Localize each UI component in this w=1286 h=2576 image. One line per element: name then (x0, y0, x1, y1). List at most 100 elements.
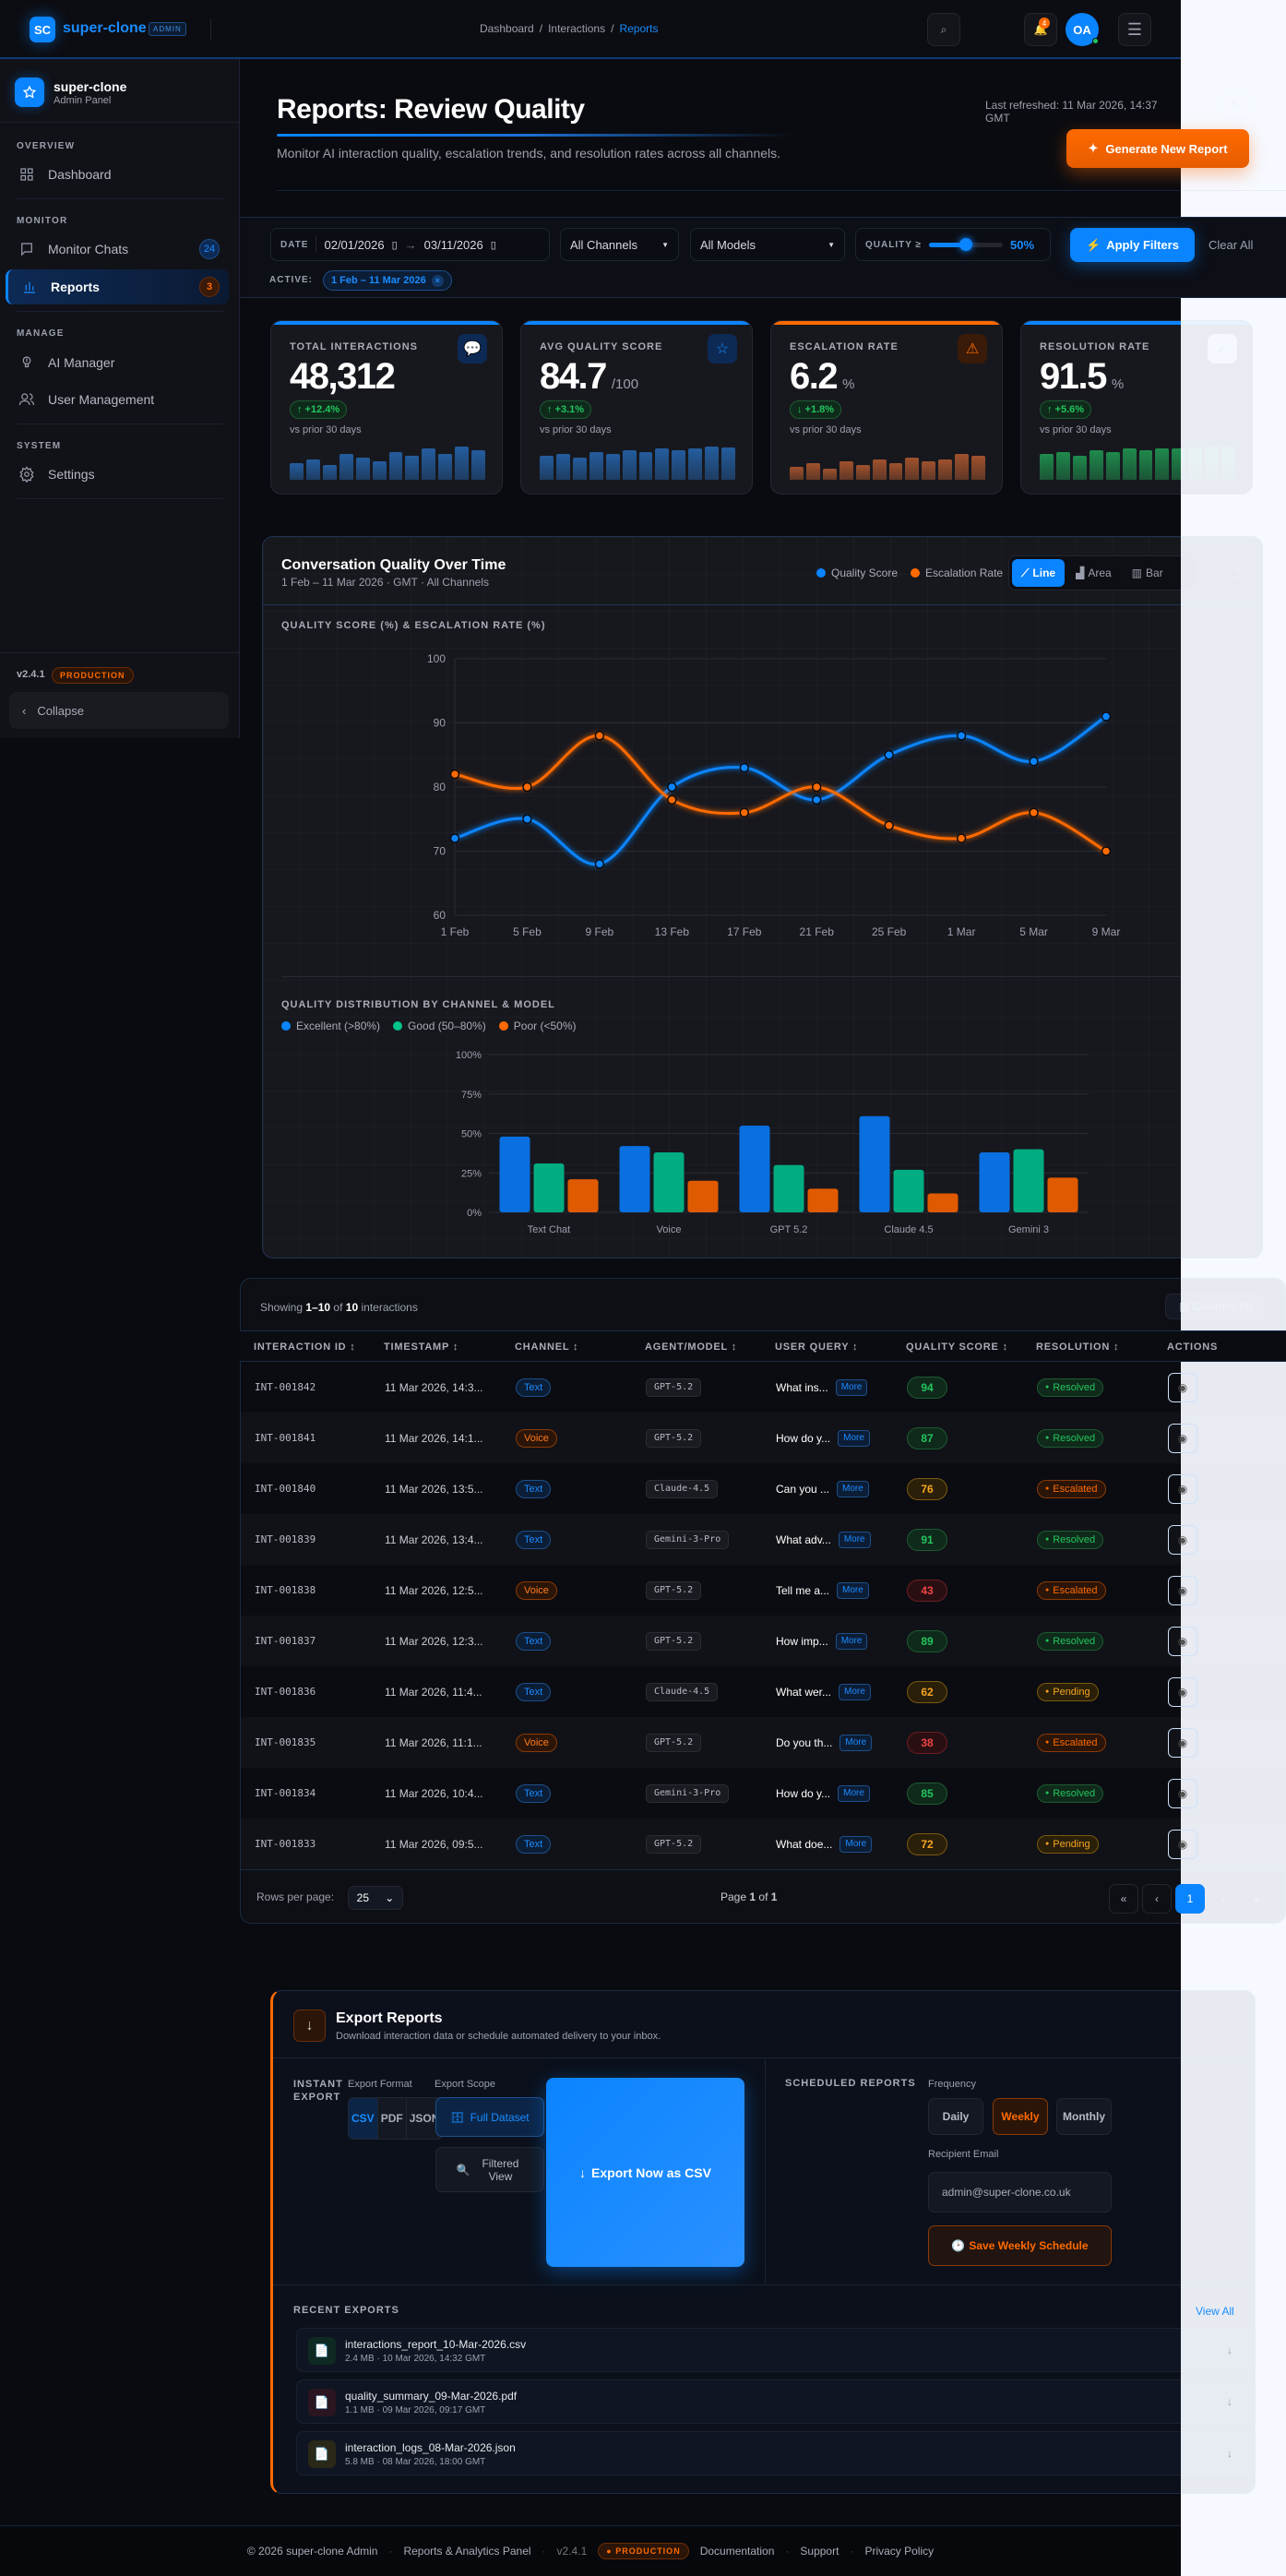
table-row[interactable]: INT-001842 11 Mar 2026, 14:3... Text GPT-5.… (241, 1362, 1286, 1413)
sidebar-item-reports[interactable]: Reports 3 (6, 269, 229, 304)
model-select[interactable]: All Models ▼ (690, 228, 845, 261)
toggle-area[interactable]: ▟ Area (1066, 559, 1121, 587)
footer-link-documentation[interactable]: Documentation (700, 2545, 775, 2558)
first-page-button[interactable]: « (1109, 1884, 1138, 1914)
table-row[interactable]: INT-001836 11 Mar 2026, 11:4... Text Claude… (241, 1666, 1286, 1717)
menu-button[interactable]: ☰ (1118, 13, 1151, 46)
footer-link-privacy[interactable]: Privacy Policy (864, 2545, 934, 2558)
brand-name[interactable]: super-clone (63, 20, 147, 37)
remove-chip-icon[interactable]: × (431, 274, 444, 287)
filter-bar: DATE 02/01/2026 ▯ → 03/11/2026 ▯ All Chann… (240, 217, 1286, 298)
view-button[interactable]: ◉ (1168, 1829, 1197, 1859)
column-header[interactable]: RESOLUTION ↕ (1036, 1342, 1119, 1353)
date-to-input[interactable]: 03/11/2026 (424, 238, 483, 252)
table-row[interactable]: INT-001837 11 Mar 2026, 12:3... Text GPT-5.… (241, 1616, 1286, 1666)
recent-export-item[interactable]: 📄 interaction_logs_08-Mar-2026.json 5.8 MB… (296, 2431, 1256, 2475)
expand-button[interactable]: ⛶ (1222, 561, 1246, 585)
breadcrumb-interactions[interactable]: Interactions (548, 22, 605, 35)
download-icon[interactable]: ↓ (1227, 2447, 1232, 2460)
sidebar-item-user-management[interactable]: User Management (6, 382, 229, 417)
next-page-button[interactable]: › (1209, 1884, 1238, 1914)
table-row[interactable]: INT-001833 11 Mar 2026, 09:5... Text GPT-5.… (241, 1819, 1286, 1869)
view-button[interactable]: ◉ (1168, 1473, 1197, 1504)
recent-export-item[interactable]: 📄 quality_summary_09-Mar-2026.pdf 1.1 MB ·… (296, 2379, 1256, 2424)
footer-link-support[interactable]: Support (800, 2545, 839, 2558)
table-row[interactable]: INT-001839 11 Mar 2026, 13:4... Text Gemini… (241, 1514, 1286, 1565)
more-button[interactable]: More (839, 1734, 873, 1751)
table-row[interactable]: INT-001834 11 Mar 2026, 10:4... Text Gemini… (241, 1768, 1286, 1819)
slider-handle[interactable] (959, 237, 972, 251)
date-from-input[interactable]: 02/01/2026 (324, 238, 384, 252)
recipient-email-input[interactable]: admin@super-clone.co.uk (928, 2172, 1112, 2212)
more-button[interactable]: More (835, 1632, 868, 1650)
resolution-badge: ● Resolved (1037, 1768, 1104, 1819)
sidebar-item-ai-manager[interactable]: AI Manager (6, 345, 229, 380)
frequency-weekly[interactable]: Weekly (993, 2098, 1048, 2135)
clear-all-button[interactable]: Clear All (1209, 238, 1253, 252)
toggle-line[interactable]: ⟋ Line (1012, 559, 1066, 587)
collapse-button[interactable]: ‹ Collapse (9, 692, 229, 729)
column-header[interactable]: USER QUERY ↕ (775, 1342, 858, 1353)
sidebar-item-dashboard[interactable]: Dashboard (6, 157, 229, 192)
format-selector: CSV PDF JSON (348, 2097, 444, 2140)
save-schedule-button[interactable]: 🕑 Save Weekly Schedule (928, 2225, 1112, 2266)
scope-filtered-view[interactable]: 🔍 Filtered View (435, 2147, 544, 2192)
table-row[interactable]: INT-001841 11 Mar 2026, 14:1... Voice GPT-5… (241, 1413, 1286, 1463)
channel-select[interactable]: All Channels ▼ (560, 228, 679, 261)
columns-button[interactable]: ▥ Columns (8) (1165, 1294, 1267, 1319)
view-button[interactable]: ◉ (1168, 1626, 1197, 1656)
frequency-monthly[interactable]: Monthly (1056, 2098, 1112, 2135)
generate-report-button[interactable]: ✦ Generate New Report (1066, 129, 1249, 168)
more-button[interactable]: More (838, 1531, 871, 1548)
view-button[interactable]: ◉ (1168, 1676, 1197, 1707)
table-row[interactable]: INT-001838 11 Mar 2026, 12:5... Voice GPT-5… (241, 1565, 1286, 1616)
more-button[interactable]: More (839, 1835, 873, 1853)
apply-filters-button[interactable]: ⚡ Apply Filters (1070, 228, 1195, 262)
table-row[interactable]: INT-001840 11 Mar 2026, 13:5... Text Claude… (241, 1463, 1286, 1514)
view-button[interactable]: ◉ (1168, 1575, 1197, 1605)
more-button[interactable]: More (838, 1429, 870, 1447)
bar (653, 1152, 685, 1212)
logo[interactable]: SC (30, 17, 55, 42)
view-all-link[interactable]: View All (1196, 2305, 1234, 2318)
column-header[interactable]: CHANNEL ↕ (515, 1342, 578, 1353)
format-csv[interactable]: CSV (349, 2098, 378, 2139)
page-1-button[interactable]: 1 (1175, 1884, 1205, 1914)
frequency-daily[interactable]: Daily (928, 2098, 983, 2135)
avatar[interactable]: OA (1066, 13, 1099, 46)
more-button[interactable]: More (837, 1480, 869, 1497)
breadcrumb-dashboard[interactable]: Dashboard (480, 22, 534, 35)
column-header[interactable]: AGENT/MODEL ↕ (645, 1342, 737, 1353)
download-icon[interactable]: ↓ (1227, 2395, 1232, 2408)
format-pdf[interactable]: PDF (378, 2098, 407, 2139)
download-icon[interactable]: ↓ (1227, 2343, 1232, 2356)
refresh-button[interactable]: ↻ (1221, 92, 1249, 120)
view-button[interactable]: ◉ (1168, 1372, 1197, 1402)
toggle-bar[interactable]: ▥ Bar (1123, 559, 1173, 587)
calendar-icon[interactable]: ▯ (491, 239, 496, 251)
column-header[interactable]: QUALITY SCORE ↕ (906, 1342, 1008, 1353)
column-header[interactable]: TIMESTAMP ↕ (384, 1342, 458, 1353)
recent-export-item[interactable]: 📄 interactions_report_10-Mar-2026.csv 2.4 … (296, 2328, 1256, 2372)
more-button[interactable]: More (835, 1378, 868, 1396)
prev-page-button[interactable]: ‹ (1142, 1884, 1172, 1914)
table-row[interactable]: INT-001835 11 Mar 2026, 11:1... Voice GPT-5… (241, 1717, 1286, 1768)
view-button[interactable]: ◉ (1168, 1423, 1197, 1453)
more-button[interactable]: More (838, 1784, 870, 1802)
view-button[interactable]: ◉ (1168, 1524, 1197, 1555)
quality-slider[interactable] (928, 237, 1003, 251)
sidebar-item-settings[interactable]: Settings (6, 457, 229, 492)
export-now-button[interactable]: ↓ Export Now as CSV (546, 2078, 744, 2267)
view-button[interactable]: ◉ (1168, 1778, 1197, 1808)
notifications-button[interactable]: 🔔 4 (1024, 13, 1057, 46)
calendar-icon[interactable]: ▯ (392, 239, 398, 251)
more-button[interactable]: More (839, 1683, 871, 1700)
rows-per-page-select[interactable]: 25 ⌄ (348, 1886, 403, 1910)
sidebar-item-monitor-chats[interactable]: Monitor Chats 24 (6, 232, 229, 267)
view-button[interactable]: ◉ (1168, 1727, 1197, 1758)
column-header[interactable]: INTERACTION ID ↕ (254, 1342, 356, 1353)
search-button[interactable]: ⌕ (927, 13, 960, 46)
more-button[interactable]: More (837, 1581, 869, 1599)
last-page-button[interactable]: » (1242, 1884, 1271, 1914)
scope-full-dataset[interactable]: 🗄 Full Dataset (435, 2097, 544, 2137)
